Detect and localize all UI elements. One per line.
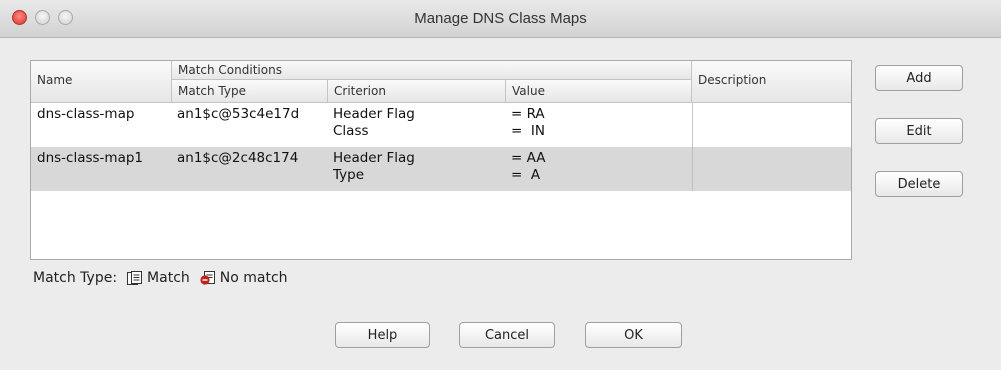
dialog-window: Manage DNS Class Maps Name Match Conditi… (0, 0, 1001, 370)
table-row[interactable]: dns-class-map1 an1$c@2c48c174 Header Fla… (31, 147, 851, 191)
delete-button[interactable]: Delete (875, 171, 963, 197)
help-button[interactable]: Help (335, 322, 430, 348)
legend-no-match-label: No match (219, 270, 288, 286)
edit-button-label: Edit (906, 123, 932, 139)
header-match-conditions: Match Conditions (172, 61, 692, 80)
row-name: dns-class-map (37, 106, 135, 122)
header-value-label: Value (512, 84, 545, 98)
cancel-button[interactable]: Cancel (459, 322, 555, 348)
legend-match-label: Match (147, 270, 190, 286)
header-value[interactable]: Value (506, 80, 692, 103)
add-button[interactable]: Add (875, 65, 963, 91)
row-criterion-2: Class (333, 123, 369, 139)
legend-label: Match Type: (33, 270, 118, 286)
class-maps-table: Name Match Conditions Match Type Criteri… (30, 60, 852, 260)
cancel-button-label: Cancel (484, 327, 530, 343)
header-match-conditions-label: Match Conditions (178, 63, 282, 77)
no-match-icon (200, 271, 216, 285)
header-criterion-label: Criterion (334, 84, 386, 98)
match-icon (127, 271, 143, 285)
row-criterion-1: Header Flag (333, 106, 415, 122)
column-divider (692, 103, 693, 147)
header-name[interactable]: Name (31, 61, 172, 103)
column-divider (692, 147, 693, 191)
add-button-label: Add (906, 70, 932, 86)
ok-button[interactable]: OK (585, 322, 682, 348)
row-criterion-1: Header Flag (333, 150, 415, 166)
title-bar: Manage DNS Class Maps (0, 0, 1001, 38)
ok-button-label: OK (624, 327, 643, 343)
row-match-type: an1$c@53c4e17d (177, 106, 300, 122)
edit-button[interactable]: Edit (875, 118, 963, 144)
row-value-1: = AA (511, 150, 546, 166)
header-match-type[interactable]: Match Type (172, 80, 328, 103)
header-description[interactable]: Description (692, 61, 851, 103)
delete-button-label: Delete (897, 176, 941, 192)
row-value-2: = A (511, 167, 541, 183)
header-description-label: Description (698, 73, 767, 87)
header-criterion[interactable]: Criterion (328, 80, 506, 103)
row-match-type: an1$c@2c48c174 (177, 150, 299, 166)
row-name: dns-class-map1 (37, 150, 143, 166)
row-value-2: = IN (511, 123, 545, 139)
table-row[interactable]: dns-class-map an1$c@53c4e17d Header Flag… (31, 103, 851, 147)
header-match-type-label: Match Type (178, 84, 246, 98)
row-value-1: = RA (511, 106, 545, 122)
window-title: Manage DNS Class Maps (414, 10, 587, 27)
header-name-label: Name (37, 73, 73, 87)
row-criterion-2: Type (333, 167, 365, 183)
match-type-legend: Match Type: Match No match (33, 270, 288, 286)
help-button-label: Help (367, 327, 398, 343)
